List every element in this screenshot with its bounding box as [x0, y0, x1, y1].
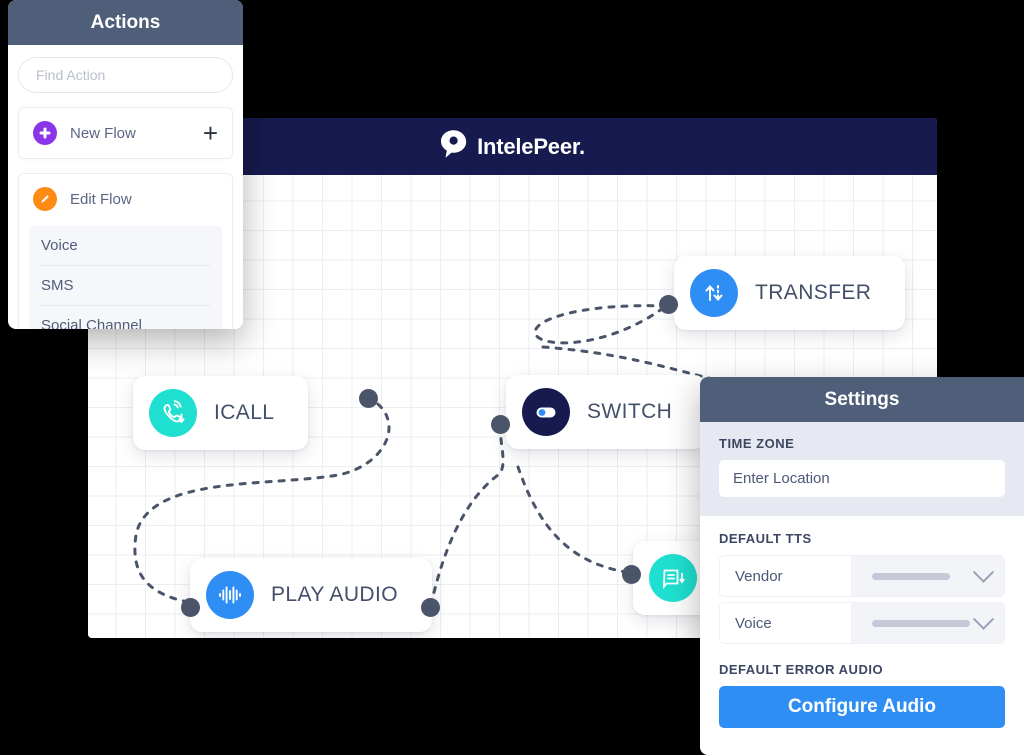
intelepeer-logo: IntelePeer.: [440, 129, 585, 164]
pencil-circle-icon: [33, 187, 57, 211]
settings-panel: Settings TIME ZONE Enter Location DEFAUL…: [700, 377, 1024, 755]
node-switch[interactable]: SWITCH: [506, 375, 707, 449]
edit-flow-row[interactable]: Edit Flow: [19, 174, 232, 224]
phone-ringing-icon: [149, 389, 197, 437]
transfer-arrows-icon: [690, 269, 738, 317]
new-flow-card: New Flow +: [18, 107, 233, 159]
channel-item-sms[interactable]: SMS: [41, 266, 210, 306]
voice-value[interactable]: [851, 603, 1004, 643]
node-label: ICALL: [214, 401, 275, 424]
default-tts-label: DEFAULT TTS: [719, 531, 812, 546]
actions-panel-title: Actions: [8, 0, 243, 45]
voice-label: Voice: [720, 603, 851, 643]
message-document-icon: [649, 554, 697, 602]
edit-flow-card: Edit Flow Voice SMS Social Channel: [18, 173, 233, 329]
vendor-placeholder-bar: [872, 572, 950, 580]
time-zone-label: TIME ZONE: [719, 436, 795, 451]
audio-waveform-icon: [206, 571, 254, 619]
default-tts-section: DEFAULT TTS Vendor Voice: [700, 516, 1024, 644]
voice-select[interactable]: Voice: [719, 602, 1005, 644]
location-input[interactable]: Enter Location: [719, 460, 1005, 497]
vendor-value[interactable]: [851, 556, 1004, 596]
search-input[interactable]: Find Action: [18, 57, 233, 93]
voice-placeholder-bar: [872, 619, 970, 627]
node-port-message-in[interactable]: [622, 565, 641, 584]
plus-circle-icon: [33, 121, 57, 145]
node-port-play-audio-in[interactable]: [181, 598, 200, 617]
node-icall[interactable]: ICALL: [133, 376, 309, 450]
channel-list: Voice SMS Social Channel: [29, 226, 222, 329]
node-port-play-audio-out[interactable]: [421, 598, 440, 617]
actions-panel: Actions Find Action New Flow + Edit Flow…: [8, 0, 243, 329]
default-error-audio-section: DEFAULT ERROR AUDIO Configure Audio: [700, 649, 1024, 728]
vendor-select[interactable]: Vendor: [719, 555, 1005, 597]
default-error-audio-label: DEFAULT ERROR AUDIO: [719, 662, 884, 677]
logo-wordmark: IntelePeer.: [477, 133, 585, 159]
plus-icon[interactable]: +: [203, 120, 218, 146]
speech-bubble-p-icon: [440, 129, 468, 164]
chevron-down-icon[interactable]: [972, 561, 995, 583]
toggle-switch-icon: [522, 388, 570, 436]
edit-flow-label: Edit Flow: [70, 190, 132, 208]
node-label: PLAY AUDIO: [271, 583, 398, 606]
node-port-icall-out[interactable]: [359, 389, 378, 408]
node-transfer[interactable]: TRANSFER: [674, 256, 906, 330]
settings-panel-title: Settings: [700, 377, 1024, 422]
configure-audio-button[interactable]: Configure Audio: [719, 686, 1005, 728]
channel-item-voice[interactable]: Voice: [41, 226, 210, 266]
node-play-audio[interactable]: PLAY AUDIO: [190, 558, 432, 632]
new-flow-label: New Flow: [70, 124, 136, 142]
new-flow-row[interactable]: New Flow +: [19, 108, 232, 158]
chevron-down-icon[interactable]: [972, 608, 995, 630]
time-zone-section: TIME ZONE Enter Location: [700, 422, 1024, 516]
node-label: TRANSFER: [755, 281, 872, 304]
vendor-label: Vendor: [720, 556, 851, 596]
node-port-transfer-in[interactable]: [659, 295, 678, 314]
node-label: SWITCH: [587, 400, 673, 423]
node-port-switch-in[interactable]: [491, 415, 510, 434]
channel-item-social[interactable]: Social Channel: [41, 306, 210, 329]
